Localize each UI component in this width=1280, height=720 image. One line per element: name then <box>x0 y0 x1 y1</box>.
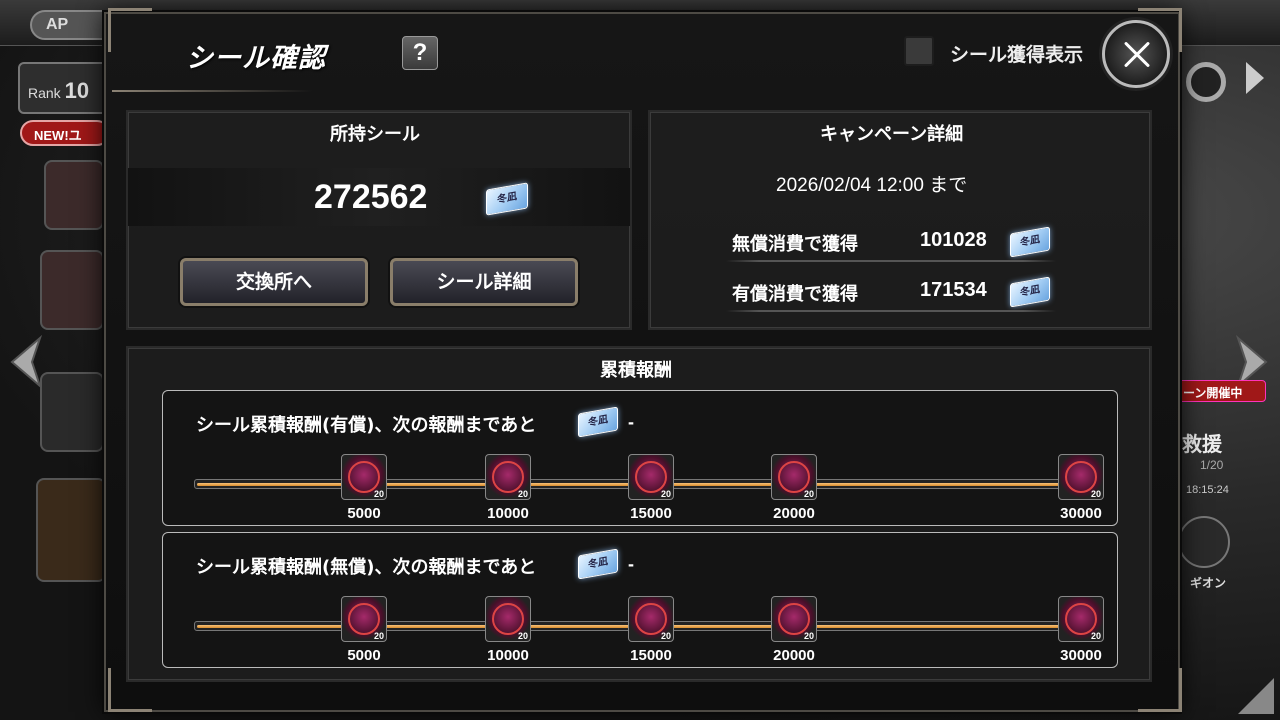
reward-count: 20 <box>373 489 384 499</box>
title-divider <box>112 90 312 92</box>
event-tag: ーン開催中 <box>1176 380 1266 402</box>
next-arrow-icon <box>1246 62 1264 94</box>
corner-menu-icon <box>1238 678 1274 714</box>
rank-box: Rank 10 <box>18 62 108 114</box>
reward-count: 20 <box>660 631 671 641</box>
reward-count: 20 <box>517 631 528 641</box>
free-track-remaining: - <box>628 554 634 574</box>
reward-node[interactable]: 20 <box>341 596 387 642</box>
milestone-label: 10000 <box>487 505 529 522</box>
milestone-label: 30000 <box>1060 647 1102 664</box>
paid-track-title: シール累積報酬(有償)、次の報酬まであと <box>196 415 537 436</box>
paid-consume-value: 171534 <box>920 279 987 301</box>
legion-icon <box>1178 516 1230 568</box>
milestone-label: 5000 <box>347 647 381 664</box>
reward-count: 20 <box>1090 489 1101 499</box>
gear-icon <box>1186 62 1226 102</box>
rescue-count: 1/20 <box>1200 458 1224 472</box>
rank-value: 10 <box>64 78 90 103</box>
dialog-corner-ornament <box>108 8 152 52</box>
free-consume-value: 101028 <box>920 229 987 251</box>
reward-count: 20 <box>803 489 814 499</box>
legion-label: ギオン <box>1190 576 1227 590</box>
reward-node[interactable]: 20 <box>485 596 531 642</box>
reward-node[interactable]: 20 <box>341 454 387 500</box>
row-divider <box>726 310 1056 312</box>
cumulative-reward-heading: 累積報酬 <box>600 360 672 381</box>
dialog-title: シール確認 <box>186 43 326 74</box>
milestone-label: 15000 <box>630 647 672 664</box>
left-nav-arrow-icon <box>10 334 43 390</box>
milestone-label: 5000 <box>347 505 381 522</box>
paid-consume-label: 有償消費で獲得 <box>732 284 858 305</box>
paid-track-remaining: - <box>628 412 634 432</box>
reward-node[interactable]: 20 <box>1058 454 1104 500</box>
free-consume-label: 無償消費で獲得 <box>732 234 858 255</box>
milestone-label: 15000 <box>630 505 672 522</box>
reward-count: 20 <box>803 631 814 641</box>
reward-count: 20 <box>660 489 671 499</box>
banner-side-icon <box>36 478 106 582</box>
milestone-label: 20000 <box>773 505 815 522</box>
milestone-label: 20000 <box>773 647 815 664</box>
owned-seal-count: 272562 <box>314 178 428 216</box>
milestone-label: 30000 <box>1060 505 1102 522</box>
campaign-heading: キャンペーン詳細 <box>820 124 964 145</box>
battle-pass-icon <box>40 372 104 452</box>
reward-count: 20 <box>517 489 528 499</box>
reward-node[interactable]: 20 <box>628 454 674 500</box>
close-button[interactable] <box>1102 20 1170 88</box>
milestone-label: 10000 <box>487 647 529 664</box>
reward-node[interactable]: 20 <box>485 454 531 500</box>
reward-count: 20 <box>373 631 384 641</box>
seal-detail-button[interactable]: シール詳細 <box>390 258 578 306</box>
reward-node[interactable]: 20 <box>771 454 817 500</box>
free-track-title: シール累積報酬(無償)、次の報酬まであと <box>196 557 537 578</box>
reward-node[interactable]: 20 <box>1058 596 1104 642</box>
row-divider <box>726 260 1056 262</box>
exchange-button[interactable]: 交換所へ <box>180 258 368 306</box>
help-button[interactable]: ? <box>402 36 438 70</box>
campaign-period: 2026/02/04 12:00 まで <box>776 175 968 196</box>
seal-display-checkbox[interactable] <box>904 36 934 66</box>
new-tag: NEW!ユ <box>20 120 110 146</box>
event-side-icon <box>40 250 104 330</box>
seal-display-label: シール獲得表示 <box>950 44 1084 66</box>
owned-seal-heading: 所持シール <box>330 124 420 145</box>
rescue-label: 救援 <box>1182 434 1222 456</box>
reward-node[interactable]: 20 <box>771 596 817 642</box>
campaign-side-icon <box>44 160 104 230</box>
rank-label: Rank <box>28 85 61 101</box>
reward-node[interactable]: 20 <box>628 596 674 642</box>
rescue-time: 18:15:24 <box>1186 484 1229 496</box>
reward-count: 20 <box>1090 631 1101 641</box>
